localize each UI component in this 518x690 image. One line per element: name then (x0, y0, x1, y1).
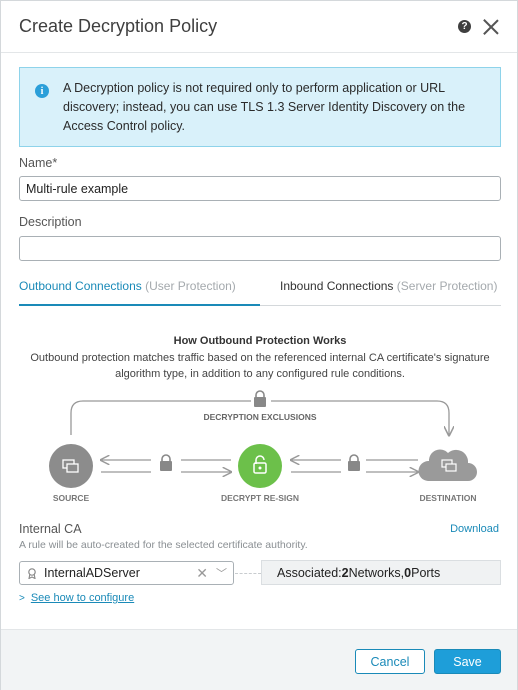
diagram-description: Outbound protection matches traffic base… (30, 352, 490, 380)
associated-summary: Associated: 2 Networks, 0 Ports (261, 560, 501, 585)
name-label: Name* (19, 156, 58, 170)
exclusions-label: DECRYPTION EXCLUSIONS (203, 412, 316, 422)
dialog-footer: Cancel Save (1, 629, 517, 690)
internal-ca-select[interactable]: InternalADServer ✕ ﹀ (19, 561, 234, 585)
help-icon[interactable]: ? (458, 20, 471, 33)
source-node (49, 444, 93, 488)
description-label: Description (19, 215, 82, 229)
networks-count: 2 (341, 565, 349, 580)
description-input[interactable] (19, 236, 501, 261)
dialog-header: Create Decryption Policy ? (1, 1, 517, 53)
destination-cloud-icon (418, 449, 477, 481)
networks-label: Networks, (348, 565, 405, 580)
internal-ca-hint: A rule will be auto-created for the sele… (19, 539, 308, 551)
tab-sublabel: (Server Protection) (396, 279, 498, 293)
see-how-to-configure-link[interactable]: > See how to configure (19, 592, 134, 604)
tab-outbound-connections[interactable]: Outbound Connections (User Protection) (19, 278, 260, 306)
diagram-title: How Outbound Protection Works (173, 335, 347, 347)
clear-icon[interactable]: ✕ (196, 565, 208, 582)
ports-count: 0 (404, 565, 412, 580)
internal-ca-label: Internal CA (19, 522, 82, 536)
info-banner: i A Decryption policy is not required on… (19, 67, 501, 147)
connection-tabs: Outbound Connections (User Protection) I… (19, 278, 501, 306)
certificate-icon (28, 568, 36, 579)
howto-label: See how to configure (30, 592, 135, 604)
exclusion-lock-icon (251, 389, 271, 409)
decrypt-label: DECRYPT RE-SIGN (221, 493, 299, 503)
decrypt-resign-node (238, 444, 282, 488)
lock-icon (348, 454, 360, 471)
info-icon: i (35, 84, 49, 98)
tab-sublabel: (User Protection) (145, 279, 236, 293)
name-input[interactable] (19, 176, 501, 201)
ports-label: Ports (411, 565, 441, 580)
chevron-right-icon: > (19, 593, 25, 604)
save-button[interactable]: Save (434, 649, 501, 674)
outbound-protection-diagram: DECRYPTION EXCLUSIONS SOURCE DECRYPT RE-… (49, 389, 477, 503)
download-link[interactable]: Download (450, 523, 499, 535)
dialog-title: Create Decryption Policy (19, 16, 218, 36)
tab-label: Outbound Connections (19, 279, 142, 293)
close-icon[interactable] (483, 19, 499, 35)
associated-prefix: Associated: (277, 565, 342, 580)
tab-inbound-connections[interactable]: Inbound Connections (Server Protection) (280, 278, 497, 306)
connector-line (235, 573, 261, 574)
lock-icon (160, 454, 172, 471)
cancel-button[interactable]: Cancel (355, 649, 425, 674)
source-label: SOURCE (53, 493, 90, 503)
chevron-down-icon[interactable]: ﹀ (216, 565, 227, 581)
create-decryption-policy-dialog: Create Decryption Policy ? i A Decryptio… (0, 0, 518, 690)
tab-label: Inbound Connections (280, 279, 394, 293)
internal-ca-value: InternalADServer (44, 566, 140, 580)
info-text: A Decryption policy is not required only… (63, 81, 466, 133)
destination-label: DESTINATION (420, 493, 477, 503)
